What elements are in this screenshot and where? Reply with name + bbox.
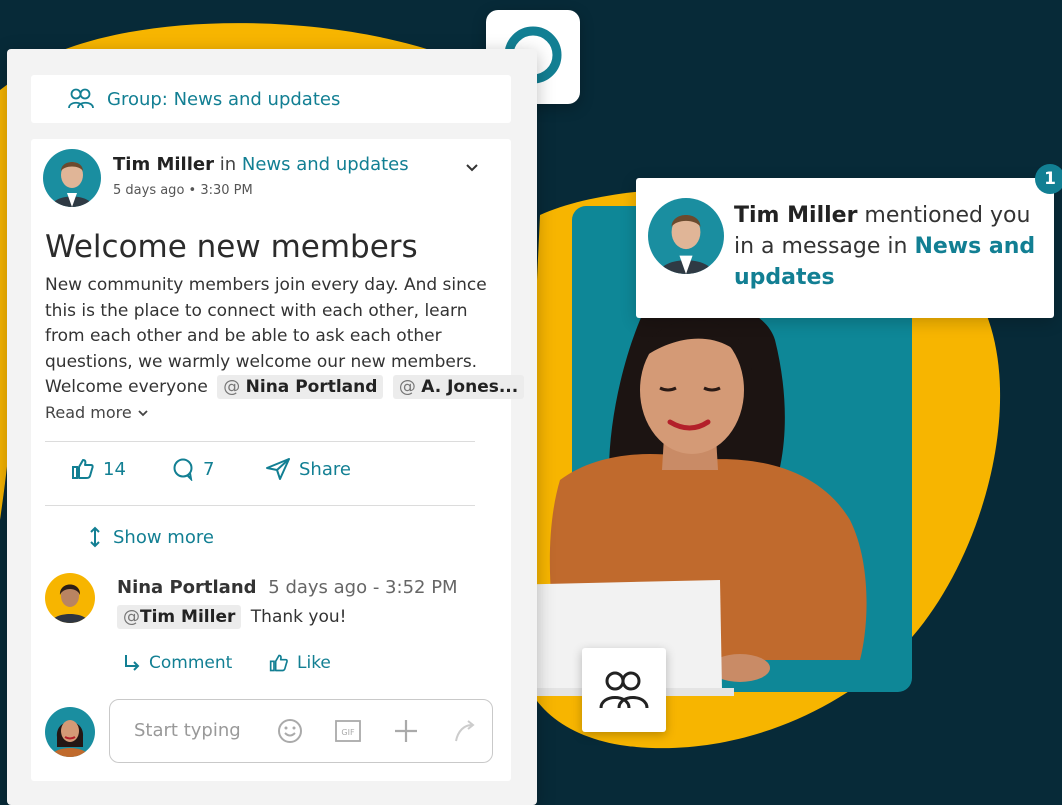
thumbs-up-icon xyxy=(269,654,288,672)
post-in-word: in xyxy=(219,154,237,175)
post-body-line: this is the place to connect with each o… xyxy=(45,300,468,321)
share-button[interactable]: Share xyxy=(265,457,351,481)
thumbs-up-icon xyxy=(72,459,94,479)
avatar xyxy=(45,707,95,757)
mention-chip[interactable]: @Tim Miller xyxy=(117,605,242,629)
divider xyxy=(45,505,475,506)
notification-line2-text: in a message in xyxy=(734,234,908,259)
reply-comment-button[interactable]: Comment xyxy=(123,653,232,673)
like-action-label: Like xyxy=(297,653,331,673)
like-comment-button[interactable]: Like xyxy=(269,653,331,673)
notification-badge: 1 xyxy=(1035,164,1062,194)
post-body-last-line: Welcome everyone @ Nina Portland @ A. Jo… xyxy=(45,375,525,401)
notification-line: updates xyxy=(734,262,1046,293)
notification-line: in a message in News and xyxy=(734,231,1046,262)
notification-group-link[interactable]: News and xyxy=(914,234,1035,259)
post-body-welcome-text: Welcome everyone xyxy=(45,377,208,398)
comment-bubble-icon xyxy=(173,458,193,481)
like-count: 14 xyxy=(103,458,126,480)
post-body-line: New community members join every day. An… xyxy=(45,275,487,295)
comment-action-label: Comment xyxy=(149,653,233,673)
show-more-button[interactable]: Show more xyxy=(89,526,214,548)
avatar xyxy=(648,198,724,274)
group-tile[interactable] xyxy=(582,648,666,732)
post-body-line: questions, we warmly welcome our new mem… xyxy=(45,351,478,372)
group-header-label: Group: News and updates xyxy=(107,88,341,110)
group-icon xyxy=(68,88,94,109)
notification-text: Tim Miller mentioned you in a message in… xyxy=(734,200,1046,293)
group-icon xyxy=(599,671,649,709)
send-arrow-icon xyxy=(266,458,290,480)
comment-count: 7 xyxy=(203,458,215,480)
post: Tim Miller in News and updates 5 days ag… xyxy=(31,139,525,781)
read-more-label: Read more xyxy=(45,403,132,422)
mention-at: @ xyxy=(398,377,416,398)
mention-chip[interactable]: @ Nina Portland xyxy=(217,375,384,400)
comment-timestamp: 5 days ago - 3:52 PM xyxy=(268,577,458,598)
mention-name: Tim Miller xyxy=(140,607,236,627)
tim-miller-avatar-image xyxy=(648,198,724,274)
like-button[interactable]: 14 xyxy=(71,457,126,481)
chevron-down-icon[interactable] xyxy=(463,159,481,177)
group-header[interactable]: Group: News and updates xyxy=(31,75,511,123)
gif-icon[interactable]: GIF xyxy=(334,717,362,745)
tim-miller-avatar-image xyxy=(43,149,101,207)
plus-icon[interactable] xyxy=(392,717,420,745)
avatar[interactable] xyxy=(45,573,95,623)
reply-arrow-icon xyxy=(125,655,140,671)
community-feed-card: Group: News and updates Tim Miller in Ne… xyxy=(7,49,537,805)
svg-text:GIF: GIF xyxy=(341,728,355,737)
composer-placeholder: Start typing xyxy=(134,720,241,741)
divider xyxy=(45,441,475,442)
mention-at: @ xyxy=(123,607,140,627)
notification-line1-rest: mentioned you xyxy=(864,203,1031,228)
comment-body: @Tim Miller Thank you! xyxy=(117,605,346,629)
mention-name: A. Jones... xyxy=(421,377,519,398)
post-title: Welcome new members xyxy=(45,229,418,265)
notification-author: Tim Miller xyxy=(734,203,858,228)
current-user-avatar-image xyxy=(45,707,95,757)
nina-portland-avatar-image xyxy=(45,573,95,623)
comment-count-button[interactable]: 7 xyxy=(171,457,214,481)
chevron-down-icon xyxy=(138,409,148,416)
post-group-link[interactable]: News and updates xyxy=(242,154,409,175)
share-label: Share xyxy=(299,458,351,480)
show-more-label: Show more xyxy=(113,526,214,548)
notification-group-link-cont[interactable]: updates xyxy=(734,265,835,290)
send-icon[interactable] xyxy=(452,717,480,745)
post-author-name[interactable]: Tim Miller xyxy=(113,154,214,175)
post-author-line: Tim Miller in News and updates xyxy=(113,154,409,175)
read-more-link[interactable]: Read more xyxy=(45,403,150,422)
comment-text: Thank you! xyxy=(250,607,347,627)
comment-header: Nina Portland 5 days ago - 3:52 PM xyxy=(117,577,458,598)
expand-vertical-icon xyxy=(90,526,100,548)
notification-line: Tim Miller mentioned you xyxy=(734,200,1046,231)
comment-author[interactable]: Nina Portland xyxy=(117,577,257,598)
post-timestamp: 5 days ago • 3:30 PM xyxy=(113,183,253,198)
mention-chip[interactable]: @ A. Jones... xyxy=(392,375,525,400)
mention-name: Nina Portland xyxy=(245,377,378,398)
mention-at: @ xyxy=(223,377,241,398)
smiley-icon[interactable] xyxy=(276,717,304,745)
avatar[interactable] xyxy=(43,149,101,207)
post-body-line: from each other and be able to ask each … xyxy=(45,326,442,347)
mention-notification[interactable]: Tim Miller mentioned you in a message in… xyxy=(636,178,1054,318)
comment-composer[interactable]: Start typing GIF xyxy=(109,699,493,763)
post-body: New community members join every day. An… xyxy=(45,273,525,401)
